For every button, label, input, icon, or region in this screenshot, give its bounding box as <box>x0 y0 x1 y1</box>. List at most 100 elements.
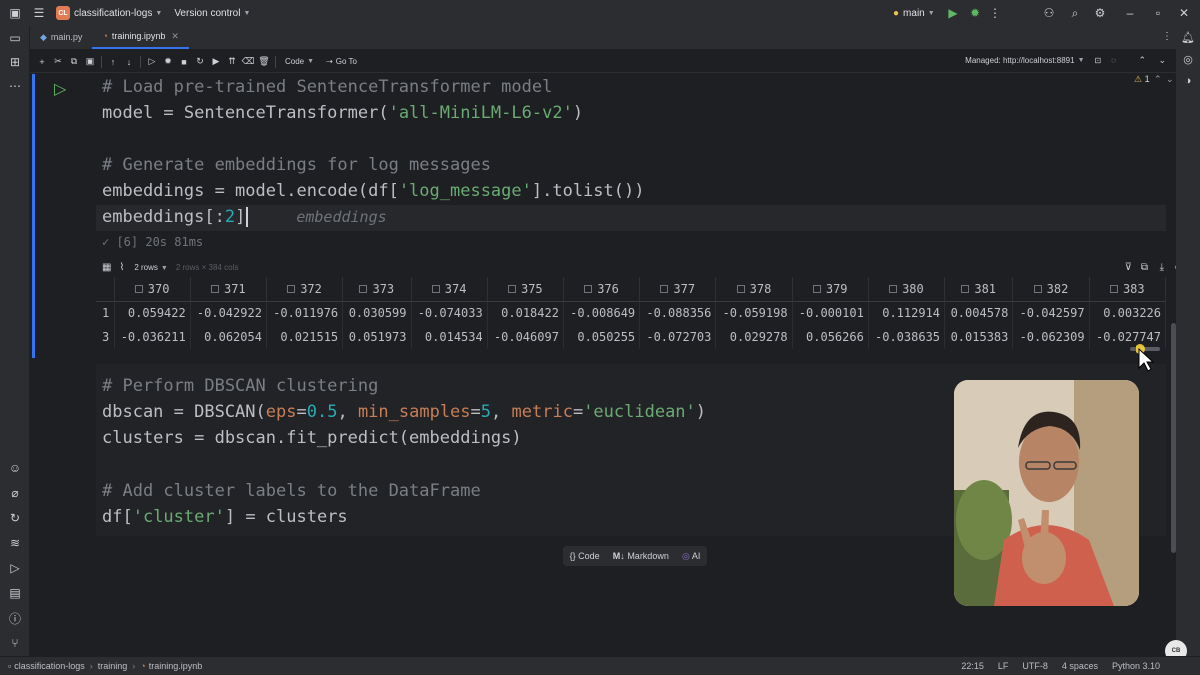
table-cell[interactable]: -0.027747 <box>1089 325 1167 349</box>
jupyter-server-selector[interactable]: Managed: http://localhost:8891 ▼ ⊡ ◌ <box>965 56 1116 65</box>
column-header[interactable]: 381 <box>944 277 1014 302</box>
column-header[interactable]: 375 <box>487 277 564 302</box>
table-cell[interactable]: -0.074033 <box>411 301 488 325</box>
services-icon[interactable]: ↻ <box>0 506 30 530</box>
table-cell[interactable]: 0.014534 <box>411 325 488 349</box>
column-header[interactable]: 374 <box>411 277 488 302</box>
maximize-icon[interactable]: ▫ <box>1149 4 1167 22</box>
tabs-more-icon[interactable]: ⋮ <box>1162 31 1172 42</box>
move-up-icon[interactable]: ↑ <box>105 57 121 67</box>
table-cell[interactable]: -0.036211 <box>114 325 191 349</box>
column-header[interactable]: 373 <box>342 277 412 302</box>
table-cell[interactable]: -0.062309 <box>1012 325 1090 349</box>
column-header[interactable]: 382 <box>1012 277 1090 302</box>
table-row[interactable]: 3 -0.036211 0.062054 0.021515 0.051973 0… <box>96 325 1167 349</box>
project-icon[interactable]: ▭ <box>0 26 30 50</box>
jupyter-variables-icon[interactable]: ◑ <box>1176 70 1200 92</box>
main-menu-icon[interactable]: ☰ <box>30 4 48 22</box>
table-cell[interactable]: 0.030599 <box>342 301 412 325</box>
close-icon[interactable]: ✕ <box>1175 4 1193 22</box>
table-cell[interactable]: -0.011976 <box>266 301 344 325</box>
close-tab-icon[interactable]: ✕ <box>171 31 179 42</box>
structure-icon[interactable]: ⊞ <box>0 50 30 74</box>
ai-icon[interactable]: ● <box>1174 262 1176 273</box>
add-markdown-cell-button[interactable]: M↓ Markdown <box>613 551 669 561</box>
table-cell[interactable]: -0.000101 <box>792 301 869 325</box>
add-ai-cell-button[interactable]: ◎ AI <box>682 551 700 562</box>
python-packages-icon[interactable]: ☺ <box>0 456 30 480</box>
run-icon[interactable]: ▶ <box>944 4 962 22</box>
clear-outputs-icon[interactable]: ⌫ <box>240 56 256 67</box>
more-icon[interactable]: ⋮ <box>986 4 1004 22</box>
table-cell[interactable]: -0.042922 <box>190 301 267 325</box>
table-cell[interactable]: -0.088356 <box>639 301 717 325</box>
breadcrumb-item[interactable]: training <box>98 661 128 671</box>
run-cell-button[interactable]: ▷ <box>54 79 72 98</box>
table-cell[interactable]: 0.056266 <box>792 325 869 349</box>
terminal-icon[interactable]: ▤ <box>0 581 30 605</box>
table-cell[interactable]: -0.072703 <box>639 325 717 349</box>
table-cell[interactable]: -0.046097 <box>487 325 564 349</box>
table-cell[interactable]: 0.003226 <box>1089 301 1167 325</box>
table-cell[interactable]: 0.015383 <box>944 325 1014 349</box>
settings-icon[interactable]: ⚙ <box>1091 4 1109 22</box>
add-user-icon[interactable]: ⚇ <box>1040 4 1058 22</box>
database-icon[interactable]: ◎ <box>1176 48 1200 70</box>
restart-icon[interactable]: ↻ <box>192 56 208 67</box>
python-console-icon[interactable]: ⌀ <box>0 481 30 505</box>
variables-icon[interactable]: ⊡ <box>1095 56 1102 65</box>
run-config-selector[interactable]: ● main ▼ <box>893 8 935 19</box>
column-header[interactable]: 376 <box>563 277 641 302</box>
column-header[interactable]: 379 <box>792 277 869 302</box>
move-down-icon[interactable]: ↓ <box>121 57 137 67</box>
paste-icon[interactable]: ▣ <box>82 56 98 67</box>
table-cell[interactable]: -0.042597 <box>1012 301 1090 325</box>
tab-training-ipynb[interactable]: ◔ training.ipynb ✕ <box>92 25 189 49</box>
run-tool-icon[interactable]: ▷ <box>0 556 30 580</box>
debug-cell-icon[interactable]: ✹ <box>160 56 176 67</box>
cut-icon[interactable]: ✂ <box>50 56 66 67</box>
table-cell[interactable]: 0.112914 <box>868 301 946 325</box>
stop-icon[interactable]: ■ <box>176 57 192 67</box>
breadcrumb-item[interactable]: classification-logs <box>14 661 85 671</box>
table-cell[interactable]: -0.008649 <box>563 301 641 325</box>
python-interpreter[interactable]: Python 3.10 <box>1112 661 1160 671</box>
next-highlight-icon[interactable]: ⌄ <box>1166 74 1174 85</box>
line-separator[interactable]: LF <box>998 661 1009 671</box>
table-cell[interactable]: 0.004578 <box>944 301 1014 325</box>
cursor-position[interactable]: 22:15 <box>961 661 984 671</box>
more-tools-icon[interactable]: ⋯ <box>0 74 30 98</box>
table-cell[interactable]: 0.062054 <box>190 325 267 349</box>
table-view-icon[interactable]: ▦ <box>102 262 111 273</box>
table-cell[interactable]: 0.029278 <box>715 325 793 349</box>
run-all-icon[interactable]: ▶ <box>208 56 224 67</box>
filter-icon[interactable]: ⊽ <box>1125 262 1132 273</box>
open-in-tab-icon[interactable]: ⧉ <box>1141 262 1148 273</box>
column-header[interactable]: 380 <box>868 277 946 302</box>
column-header[interactable]: 377 <box>639 277 717 302</box>
vcs-menu[interactable]: Version control ▼ <box>174 8 250 19</box>
run-all-above-icon[interactable]: ⇈ <box>224 56 240 67</box>
minimize-icon[interactable]: – <box>1121 4 1139 22</box>
add-code-cell-button[interactable]: {} Code <box>570 551 600 561</box>
column-header[interactable]: 383 <box>1089 277 1167 302</box>
cell-type-select[interactable]: Code ▼ <box>279 57 320 66</box>
breadcrumb-item[interactable]: training.ipynb <box>149 661 203 671</box>
add-cell-icon[interactable]: + <box>34 57 50 67</box>
column-header[interactable]: 372 <box>266 277 344 302</box>
collapse-up-icon[interactable]: ⌃ <box>1138 55 1146 66</box>
column-header[interactable]: 378 <box>715 277 793 302</box>
git-icon[interactable]: ⑂ <box>0 631 30 655</box>
debug-icon[interactable]: ✹ <box>966 4 984 22</box>
dataframe-output-table[interactable]: 370 371 372 373 374 375 376 377 378 379 … <box>96 277 1167 349</box>
download-icon[interactable]: ⤓ <box>1160 262 1164 273</box>
indent-setting[interactable]: 4 spaces <box>1062 661 1098 671</box>
kernel-icon[interactable]: ◌ <box>1111 56 1116 65</box>
table-cell[interactable]: 0.050255 <box>563 325 641 349</box>
table-cell[interactable]: 0.059422 <box>114 301 191 325</box>
tab-main-py[interactable]: ◆ main.py <box>30 25 92 49</box>
warning-indicator[interactable]: ⚠ 1 <box>1134 74 1150 85</box>
vertical-scrollbar[interactable] <box>1171 323 1176 553</box>
column-header[interactable]: 371 <box>190 277 267 302</box>
layers-icon[interactable]: ≋ <box>0 531 30 555</box>
